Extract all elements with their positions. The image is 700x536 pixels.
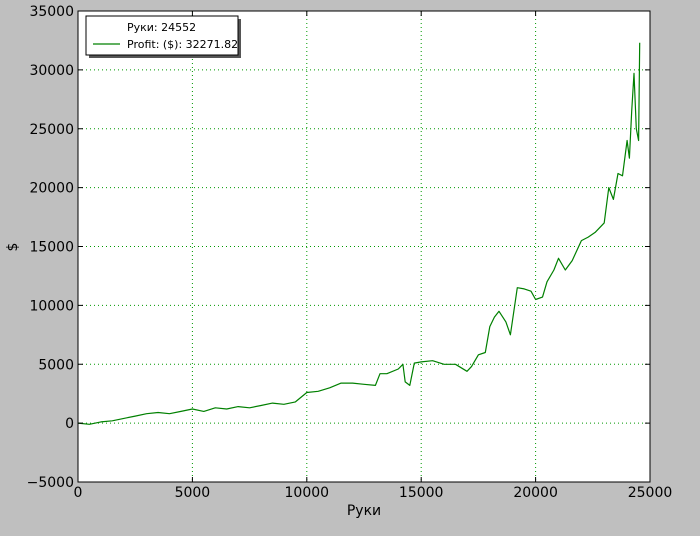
- x-tick-label: 25000: [628, 485, 673, 501]
- x-tick-label: 15000: [399, 485, 444, 501]
- y-tick-label: 30000: [29, 63, 74, 79]
- legend-entry-profit: Profit: ($): 32271.82: [127, 38, 238, 51]
- y-tick-label: −5000: [27, 475, 74, 491]
- y-tick-label: 20000: [29, 181, 74, 197]
- profit-chart: 0 5000 10000 15000 20000 25000−50000500010000…: [5, 4, 673, 519]
- y-axis-label: $: [5, 243, 21, 252]
- x-tick-label: 20000: [513, 485, 558, 501]
- legend: Руки: 24552 Profit: ($): 32271.82: [85, 15, 241, 58]
- x-tick-label: 5000: [175, 485, 211, 501]
- x-axis-label: Руки: [347, 503, 381, 519]
- y-tick-label: 25000: [29, 122, 74, 138]
- plot-area: [78, 11, 650, 482]
- legend-entry-hands: Руки: 24552: [127, 21, 196, 34]
- y-tick-label: 0: [65, 416, 74, 432]
- figure: 0 5000 10000 15000 20000 25000 −5000 0 5000 10000…: [0, 0, 700, 536]
- x-tick-label: 10000: [285, 485, 330, 501]
- y-tick-label: 35000: [29, 4, 74, 20]
- y-tick-label: 15000: [29, 240, 74, 256]
- x-tick-label: 0: [74, 485, 83, 501]
- y-tick-label: 5000: [38, 357, 74, 373]
- y-tick-label: 10000: [29, 298, 74, 314]
